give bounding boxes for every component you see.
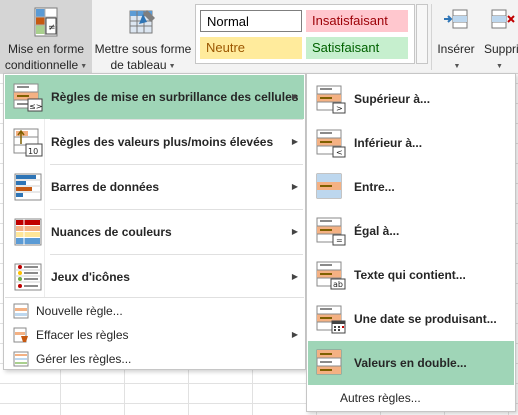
gallery-scrollbar[interactable] (416, 4, 428, 64)
svg-text:10: 10 (28, 147, 38, 156)
style-insatisfaisant[interactable]: Insatisfaisant (306, 10, 408, 32)
format-as-table-label-2: de tableau (110, 58, 167, 72)
submenu-item-label: Texte qui contient... (354, 268, 466, 282)
conditional-format-label-1: Mise en forme (7, 42, 85, 56)
dropdown-caret-icon: ▼ (168, 63, 176, 70)
svg-text:>: > (336, 104, 343, 113)
style-normal[interactable]: Normal (200, 10, 302, 32)
submenu-item-label: Entre... (354, 180, 395, 194)
highlight-rules-icon: ≤> (13, 83, 43, 112)
icon-sets-icon (14, 263, 42, 291)
submenu-item-label: Égal à... (354, 224, 400, 238)
style-neutre[interactable]: Neutre (200, 37, 302, 59)
data-bars-icon (14, 173, 42, 201)
menu-item-top-bottom-rules[interactable]: 10 Règles des valeurs plus/moins élevées… (5, 120, 304, 164)
top-bottom-rules-icon: 10 (13, 128, 43, 157)
menu-item-label: Nuances de couleurs (51, 225, 172, 239)
menu-item-new-rule[interactable]: Nouvelle règle... (5, 299, 304, 323)
menu-item-highlight-rules[interactable]: ≤> Règles de mise en surbrillance des ce… (5, 75, 304, 119)
menu-item-label: Règles des valeurs plus/moins élevées (51, 135, 274, 149)
manage-rules-icon (13, 351, 29, 367)
svg-text:<: < (336, 148, 343, 157)
delete-label: Supprim (484, 42, 518, 56)
greater-than-icon: > (316, 85, 346, 114)
submenu-item-more-rules[interactable]: Autres règles... (308, 385, 514, 411)
dropdown-caret-icon: ▼ (453, 63, 461, 70)
dropdown-caret-icon: ▼ (80, 63, 88, 70)
submenu-item-equal-to[interactable]: = Égal à... (308, 209, 514, 253)
menu-item-label: Effacer les règles (36, 328, 129, 342)
delete-button[interactable]: Supprim ▼ (480, 0, 518, 74)
submenu-item-label: Une date se produisant... (354, 312, 497, 326)
submenu-item-label: Inférieur à... (354, 136, 423, 150)
svg-text:≤>: ≤> (29, 102, 42, 111)
conditional-format-button[interactable]: ≠ Mise en forme conditionnelle ▼ (0, 0, 92, 74)
submenu-item-less-than[interactable]: < Inférieur à... (308, 121, 514, 165)
submenu-arrow-icon: ▶ (291, 182, 298, 191)
clear-rules-icon (13, 327, 28, 343)
format-as-table-button[interactable]: Mettre sous forme de tableau ▼ (92, 0, 194, 74)
svg-text:=: = (336, 236, 343, 245)
color-scales-icon (14, 218, 42, 246)
menu-item-label: Barres de données (51, 180, 160, 194)
menu-item-label: Nouvelle règle... (36, 304, 123, 318)
svg-text:≠: ≠ (48, 23, 56, 33)
text-contains-icon: ab (316, 261, 346, 290)
duplicate-values-icon (316, 349, 342, 375)
highlight-rules-submenu: > Supérieur à... < Inférieur à... Entre.… (306, 73, 516, 412)
format-table-icon (129, 10, 155, 34)
menu-item-icon-sets[interactable]: Jeux d'icônes ▶ (5, 255, 304, 299)
submenu-arrow-icon: ▶ (291, 137, 298, 146)
submenu-item-text-contains[interactable]: ab Texte qui contient... (308, 253, 514, 297)
home-ribbon: ≠ Mise en forme conditionnelle ▼ Mettre s… (0, 0, 518, 74)
between-icon (316, 173, 342, 199)
conditional-format-label-2: conditionnelle (4, 58, 79, 72)
submenu-arrow-icon: ▶ (291, 92, 298, 101)
submenu-item-between[interactable]: Entre... (308, 165, 514, 209)
dropdown-caret-icon: ▼ (496, 63, 503, 70)
submenu-item-label: Valeurs en double... (354, 356, 467, 370)
menu-item-manage-rules[interactable]: Gérer les règles... (5, 347, 304, 371)
cell-styles-gallery: Normal Insatisfaisant Neutre Satisfaisan… (195, 4, 415, 64)
submenu-item-label: Supérieur à... (354, 92, 431, 106)
insert-label: Insérer (437, 42, 475, 56)
submenu-item-date-occurring[interactable]: Une date se produisant... (308, 297, 514, 341)
submenu-item-greater-than[interactable]: > Supérieur à... (308, 77, 514, 121)
format-as-table-label-1: Mettre sous forme (94, 42, 192, 56)
delete-cells-icon (491, 9, 515, 29)
menu-item-label: Règles de mise en surbrillance des cellu… (51, 90, 299, 104)
submenu-arrow-icon: ▶ (291, 330, 298, 339)
insert-cells-icon (444, 9, 468, 29)
svg-text:ab: ab (333, 280, 343, 289)
insert-button[interactable]: Insérer ▼ (432, 0, 480, 74)
menu-separator (5, 297, 304, 298)
new-rule-icon (13, 303, 29, 319)
date-occurring-icon (316, 305, 346, 334)
submenu-item-duplicate-values[interactable]: Valeurs en double... (308, 341, 514, 385)
conditional-format-menu: ≤> Règles de mise en surbrillance des ce… (3, 73, 306, 370)
submenu-arrow-icon: ▶ (291, 272, 298, 281)
conditional-format-icon: ≠ (34, 7, 58, 37)
menu-item-data-bars[interactable]: Barres de données ▶ (5, 165, 304, 209)
equal-to-icon: = (316, 217, 346, 246)
submenu-arrow-icon: ▶ (291, 227, 298, 236)
menu-item-label: Gérer les règles... (36, 352, 132, 366)
less-than-icon: < (316, 129, 346, 158)
submenu-item-label: Autres règles... (340, 391, 421, 405)
menu-item-clear-rules[interactable]: Effacer les règles ▶ (5, 323, 304, 347)
menu-item-label: Jeux d'icônes (51, 270, 130, 284)
menu-item-color-scales[interactable]: Nuances de couleurs ▶ (5, 210, 304, 254)
style-satisfaisant[interactable]: Satisfaisant (306, 37, 408, 59)
